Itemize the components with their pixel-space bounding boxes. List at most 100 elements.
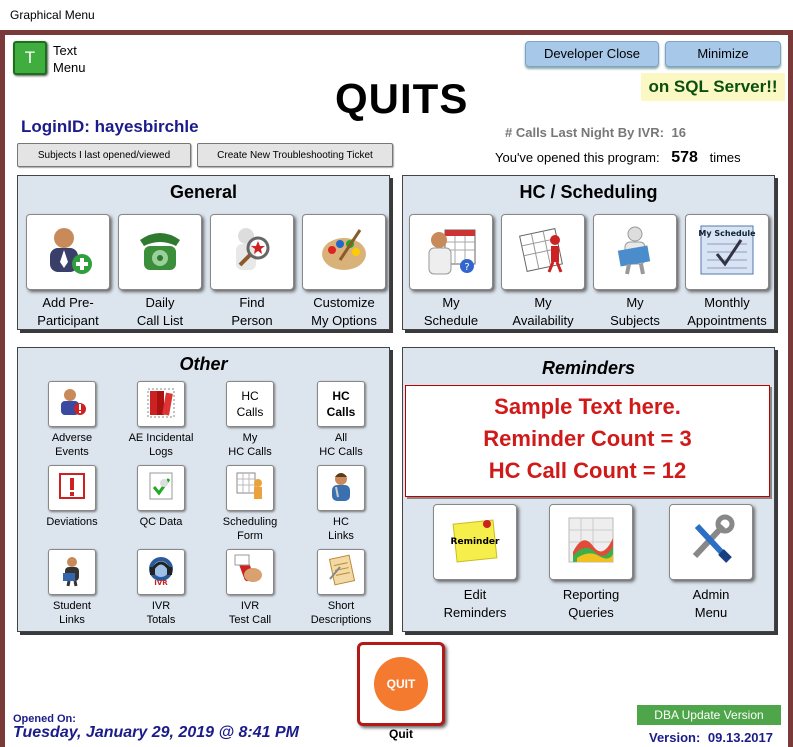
other-button-ae-incidental-logs[interactable] — [137, 381, 185, 427]
reminders-title: Reminders — [541, 358, 636, 378]
other-button-ivr-test-call[interactable] — [226, 549, 274, 595]
tile-label-line1: Daily — [145, 295, 175, 310]
developer-close-button[interactable]: Developer Close — [525, 41, 659, 67]
subjects-last-opened-button[interactable]: Subjects I last opened/viewed — [17, 143, 191, 167]
reading-person-icon — [607, 222, 663, 283]
other-label-line1: IVR — [151, 600, 171, 612]
doctor-calendar-icon: ? — [423, 222, 479, 283]
tile-button-availability[interactable] — [501, 214, 585, 290]
other-label: IVR Test Call — [205, 599, 295, 627]
other-label-line1: Scheduling — [222, 516, 278, 528]
other-label: QC Data — [116, 515, 206, 529]
tile-label-line1: Monthly — [704, 295, 750, 310]
tile-label: Find Person — [202, 294, 302, 330]
other-button-short-descriptions[interactable] — [317, 549, 365, 595]
opened-suffix: times — [709, 150, 741, 165]
other-button-adverse-events[interactable] — [48, 381, 96, 427]
text-menu-button[interactable]: T — [13, 41, 47, 75]
other-label-line1: My — [242, 432, 258, 444]
svg-text:IVR: IVR — [154, 579, 168, 587]
calls-last-night: # Calls Last Night By IVR: 16 — [505, 125, 686, 140]
other-button-all-hc-calls[interactable]: HC Calls — [317, 381, 365, 427]
schedule-checklist-icon: My Schedule — [697, 222, 757, 283]
reminders-tile-admin-menu[interactable] — [669, 504, 753, 580]
general-title: General — [169, 182, 238, 202]
tile-label-line2: Schedule — [423, 313, 479, 328]
other-button-scheduling-form[interactable] — [226, 465, 274, 511]
tile-label-line1: My — [442, 295, 460, 310]
other-label: All HC Calls — [296, 431, 386, 459]
other-label: Adverse Events — [27, 431, 117, 459]
opened-label: You've opened this program: — [495, 150, 660, 165]
other-button-deviations[interactable] — [48, 465, 96, 511]
tile-button-appointments[interactable]: My Schedule — [685, 214, 769, 290]
tile-button-call-list[interactable] — [118, 214, 202, 290]
other-panel: Other Adverse Events AE Incidental Logs HC Ca… — [17, 347, 390, 632]
reminders-tile-edit-reminders[interactable]: Reminder — [433, 504, 517, 580]
minimize-button[interactable]: Minimize — [665, 41, 781, 67]
other-button-my-hc-calls[interactable]: HC Calls — [226, 381, 274, 427]
other-label: Short Descriptions — [296, 599, 386, 627]
other-button-ivr-totals[interactable]: IVR — [137, 549, 185, 595]
text-menu-line1: Text — [53, 43, 77, 58]
quit-label: Quit — [389, 727, 413, 741]
other-label: My HC Calls — [205, 431, 295, 459]
login-id: LoginID: hayesbirchle — [21, 117, 199, 137]
reminders-tile-reporting-queries[interactable] — [549, 504, 633, 580]
hc-text-line1: HC — [332, 389, 350, 403]
tile-button-person[interactable] — [210, 214, 294, 290]
dba-update-version-button[interactable]: DBA Update Version — [637, 705, 781, 725]
tile-label: Daily Call List — [110, 294, 210, 330]
tile-label: My Schedule — [401, 294, 501, 330]
tile-label: Monthly Appointments — [677, 294, 777, 330]
reminder-line2: Reminder Count = 3 — [483, 426, 692, 451]
tools-icon — [683, 512, 739, 573]
tile-label-line1: Customize — [313, 295, 375, 310]
scheduling-form-icon — [233, 469, 267, 508]
tile-label-line2: Availability — [512, 313, 574, 328]
reminder-summary-box: Sample Text here. Reminder Count = 3 HC … — [405, 385, 770, 497]
other-label-line2: HC Calls — [319, 446, 363, 458]
version-value: 09.13.2017 — [707, 730, 773, 745]
other-button-student-links[interactable] — [48, 549, 96, 595]
other-button-qc-data[interactable] — [137, 465, 185, 511]
hc-scheduling-panel: HC / Scheduling ? My Schedule My Availabilit… — [402, 175, 775, 330]
chart-3d-icon — [563, 512, 619, 573]
other-label: Student Links — [27, 599, 117, 627]
create-ticket-button[interactable]: Create New Troubleshooting Ticket — [197, 143, 393, 167]
hc-text-line2: Calls — [326, 405, 356, 419]
other-label: Deviations — [27, 515, 117, 529]
text-menu-label[interactable]: Text Menu — [53, 42, 86, 76]
quit-icon: QUIT — [374, 657, 428, 711]
tile-button-schedule[interactable]: ? — [409, 214, 493, 290]
other-label-line1: HC — [333, 516, 349, 528]
tile-button-subjects[interactable] — [593, 214, 677, 290]
tile-button-my-options[interactable] — [302, 214, 386, 290]
login-label: LoginID: — [21, 117, 90, 136]
tile-button-participant[interactable] — [26, 214, 110, 290]
hc-title: HC / Scheduling — [519, 182, 658, 202]
reminders-label-line1: Reporting — [562, 587, 620, 602]
version-label: Version: — [649, 730, 701, 745]
other-button-hc-links[interactable] — [317, 465, 365, 511]
hc-text-line2: Calls — [236, 405, 264, 419]
other-label-line2: Events — [55, 446, 89, 458]
other-label-line1: AE Incidental — [128, 432, 194, 444]
other-label-line1: All — [334, 432, 348, 444]
other-label-line1: Adverse — [51, 432, 93, 444]
other-label: HC Links — [296, 515, 386, 543]
ivr-headset-icon: IVR — [144, 553, 178, 592]
version: Version: 09.13.2017 — [649, 730, 773, 745]
general-panel: General Add Pre- Participant Daily Call Lis… — [17, 175, 390, 330]
svg-text:My Schedule: My Schedule — [698, 229, 756, 238]
other-label-line2: Descriptions — [310, 614, 372, 626]
adverse-events-icon — [55, 385, 89, 424]
tile-label: Add Pre- Participant — [18, 294, 118, 330]
svg-text:Reminder: Reminder — [451, 537, 500, 547]
tile-label-line1: Add Pre- — [42, 295, 94, 310]
tile-label-line1: My — [534, 295, 552, 310]
opened-on-value: Tuesday, January 29, 2019 @ 8:41 PM — [13, 724, 299, 741]
calendar-person-icon — [515, 222, 571, 283]
quit-button[interactable]: QUIT — [357, 642, 445, 726]
other-title: Other — [179, 354, 228, 374]
